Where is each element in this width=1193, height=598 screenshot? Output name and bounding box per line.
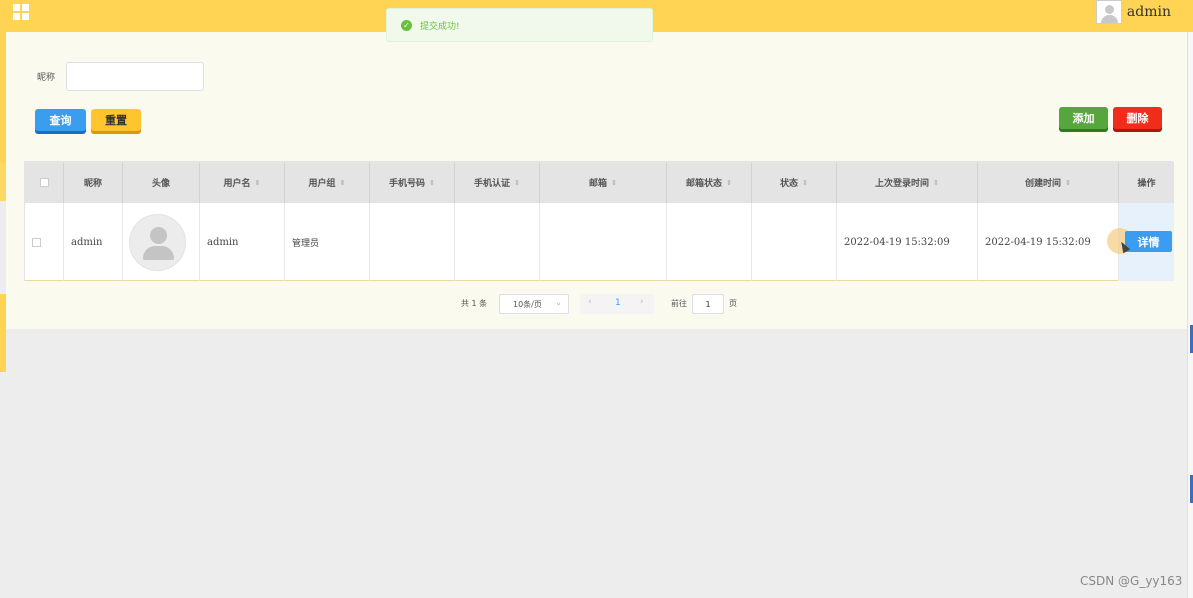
reset-button[interactable]: 重置 xyxy=(91,109,141,131)
cell-status xyxy=(752,203,837,281)
cell-username: admin xyxy=(200,203,285,281)
add-button[interactable]: 添加 xyxy=(1059,107,1108,129)
sort-icon[interactable]: ⇕ xyxy=(514,179,520,187)
user-avatar-icon xyxy=(1095,0,1122,24)
sort-icon[interactable]: ⇕ xyxy=(726,179,732,187)
chevron-down-icon: ⌄ xyxy=(555,298,562,307)
nickname-label: 昵称 xyxy=(37,73,56,83)
page-suffix: 页 xyxy=(729,298,737,308)
col-header-email-status[interactable]: 邮箱状态 ⇕ xyxy=(667,162,752,203)
cell-email xyxy=(540,203,667,281)
cell-last-login: 2022-04-19 15:32:09 xyxy=(837,203,978,281)
row-select-cell xyxy=(25,203,64,281)
page-size-select[interactable]: 10条/页 ⌄ xyxy=(499,294,569,314)
next-page-icon[interactable]: › xyxy=(640,297,644,307)
col-header-created[interactable]: 创建时间 ⇕ xyxy=(978,162,1119,203)
col-header-group[interactable]: 用户组 ⇕ xyxy=(285,162,370,203)
col-header-username[interactable]: 用户名 ⇕ xyxy=(200,162,285,203)
page-navigator: ‹ 1 › xyxy=(580,294,654,314)
user-table: 昵称 头像 用户名 ⇕ 用户组 ⇕ 手机号码 ⇕ 手机认证 ⇕ 邮箱 ⇕ 邮箱状态 ⇕ 状态… xyxy=(24,161,1174,281)
sort-icon[interactable]: ⇕ xyxy=(802,179,808,187)
table-row: admin admin 管理员 2022-04-19 15:32:09 2022… xyxy=(25,203,1174,281)
toast-message: 提交成功! xyxy=(420,21,460,32)
col-header-last-login[interactable]: 上次登录时间 ⇕ xyxy=(837,162,978,203)
sort-icon[interactable]: ⇕ xyxy=(340,179,346,187)
watermark: CSDN @G_yy163 xyxy=(1080,574,1183,588)
sort-icon[interactable]: ⇕ xyxy=(1065,179,1071,187)
select-all-cell xyxy=(25,162,64,203)
cell-phone xyxy=(370,203,455,281)
nickname-input[interactable] xyxy=(66,62,204,91)
col-header-actions: 操作 xyxy=(1137,179,1156,189)
col-header-status[interactable]: 状态 ⇕ xyxy=(752,162,837,203)
sort-icon[interactable]: ⇕ xyxy=(611,179,617,187)
cell-created: 2022-04-19 15:32:09 xyxy=(978,203,1119,281)
page-size-value: 10条/页 xyxy=(513,299,542,309)
check-circle-icon: ✓ xyxy=(401,19,412,31)
col-header-email[interactable]: 邮箱 ⇕ xyxy=(540,162,667,203)
select-all-checkbox[interactable] xyxy=(39,178,49,187)
cell-phone-verified xyxy=(455,203,540,281)
sort-icon[interactable]: ⇕ xyxy=(255,179,261,187)
row-checkbox[interactable] xyxy=(32,237,41,247)
col-header-phone[interactable]: 手机号码 ⇕ xyxy=(370,162,455,203)
query-button[interactable]: 查询 xyxy=(35,109,86,131)
cell-avatar xyxy=(123,203,200,281)
table-header: 昵称 头像 用户名 ⇕ 用户组 ⇕ 手机号码 ⇕ 手机认证 ⇕ 邮箱 ⇕ 邮箱状态 ⇕ 状态… xyxy=(25,162,1174,203)
detail-button[interactable]: 详情 xyxy=(1125,231,1172,252)
success-toast: ✓ 提交成功! xyxy=(386,8,653,42)
sort-icon[interactable]: ⇕ xyxy=(429,179,435,187)
col-header-phone-verified[interactable]: 手机认证 ⇕ xyxy=(455,162,540,203)
pagination-total: 共 1 条 xyxy=(461,298,488,308)
current-page[interactable]: 1 xyxy=(615,298,621,308)
col-header-avatar: 头像 xyxy=(123,162,200,203)
goto-page-input[interactable]: 1 xyxy=(692,294,724,314)
delete-button[interactable]: 删除 xyxy=(1113,107,1162,129)
sort-icon[interactable]: ⇕ xyxy=(933,179,939,187)
cell-email-status xyxy=(667,203,752,281)
col-header-nickname: 昵称 xyxy=(64,162,123,203)
user-menu[interactable]: admin xyxy=(1095,0,1171,24)
user-avatar-placeholder-icon xyxy=(129,213,186,271)
cell-group: 管理员 xyxy=(285,203,370,281)
goto-label: 前往 xyxy=(671,298,687,308)
cell-nickname: admin xyxy=(64,203,123,281)
user-name: admin xyxy=(1126,4,1171,20)
scrollbar-track[interactable] xyxy=(1187,32,1193,598)
menu-grid-icon[interactable] xyxy=(13,4,29,20)
prev-page-icon[interactable]: ‹ xyxy=(588,297,592,307)
